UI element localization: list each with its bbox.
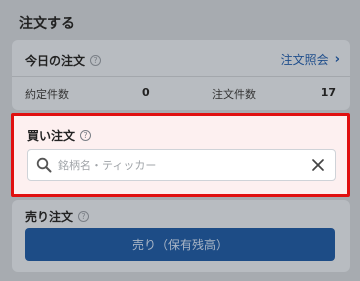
search-icon — [36, 157, 52, 173]
sell-order-card: 売り注文 ? 売り（保有残高） — [12, 200, 350, 272]
contracted-count-label: 約定件数 — [25, 88, 69, 101]
close-icon[interactable] — [311, 158, 325, 172]
chevron-right-icon: › — [334, 52, 340, 67]
help-icon[interactable]: ? — [80, 130, 92, 141]
page-title: 注文する — [19, 16, 75, 32]
help-icon[interactable]: ? — [78, 211, 90, 222]
help-icon[interactable]: ? — [90, 55, 102, 66]
today-orders-card: 今日の注文 ? 注文照会 › 約定件数 0 注文件数 17 — [12, 40, 350, 110]
search-input[interactable] — [58, 158, 298, 172]
today-orders-header: 今日の注文 ? — [25, 52, 102, 69]
buy-order-header: 買い注文 ? — [27, 127, 92, 144]
buy-order-card: 買い注文 ? — [11, 113, 350, 197]
order-count-label: 注文件数 — [212, 88, 256, 101]
sell-holdings-button[interactable]: 売り（保有残高） — [25, 228, 335, 261]
buy-order-label: 買い注文 — [27, 129, 76, 143]
order-inquiry-label: 注文照会 — [280, 53, 329, 67]
sell-order-label: 売り注文 — [25, 210, 74, 224]
search-box[interactable] — [27, 149, 336, 181]
order-count-value: 17 — [320, 86, 336, 99]
today-orders-label: 今日の注文 — [25, 54, 86, 68]
order-inquiry-link[interactable]: 注文照会 › — [281, 51, 340, 68]
contracted-count-value: 0 — [142, 86, 150, 99]
sell-order-header: 売り注文 ? — [25, 208, 90, 225]
divider — [12, 76, 350, 77]
